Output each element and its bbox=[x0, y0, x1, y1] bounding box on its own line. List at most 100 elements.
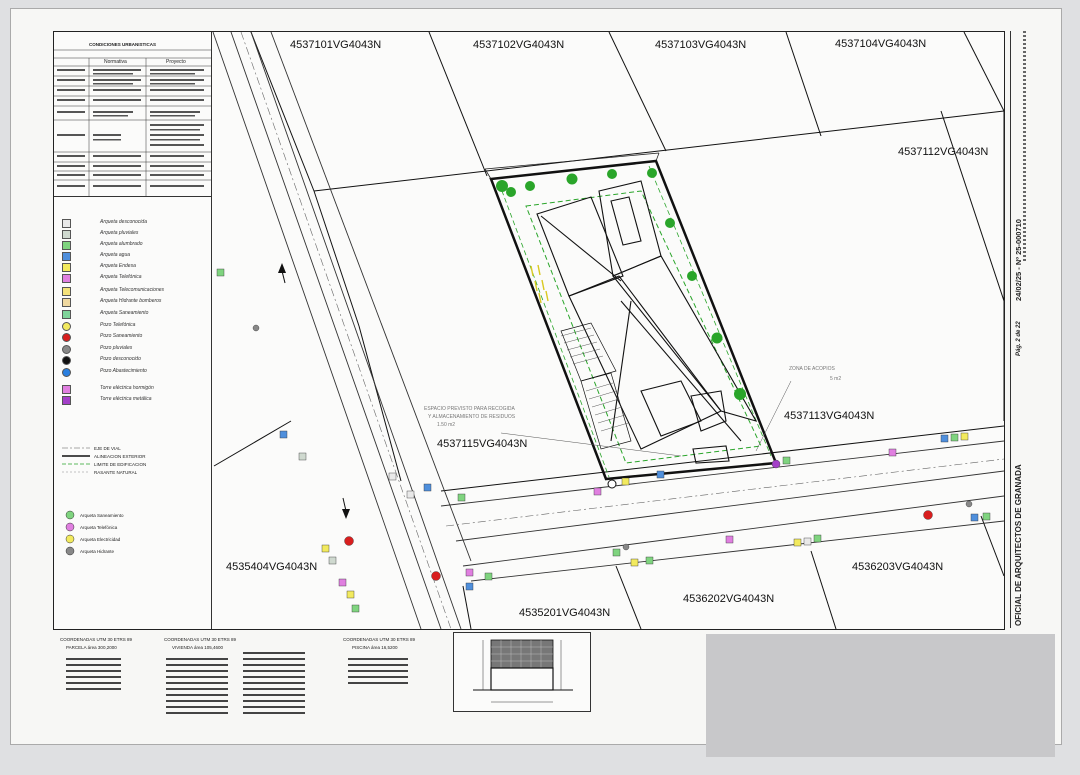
legend-symbol-icon bbox=[62, 274, 71, 283]
side-stamp: OFICIAL DE ARQUITECTOS DE GRANADA 24/02/… bbox=[1010, 31, 1032, 628]
legend-symbol-icon bbox=[62, 241, 71, 250]
circle-legend-label: Arqueta Hidrante bbox=[80, 549, 115, 554]
circle-legend-label: Arqueta Saneamiento bbox=[80, 513, 124, 518]
coords-header: COORDENADAS UTM 30 ETRS 89 bbox=[60, 637, 133, 642]
legend-symbol-icon bbox=[62, 310, 71, 319]
waste-space-label: Y ALMACENAMIENTO DE RESIDUOS bbox=[428, 414, 516, 420]
legend-row: Arqueta desconocida bbox=[62, 218, 202, 229]
legend-label: Arqueta Hidrante bomberos bbox=[100, 298, 162, 304]
coords-header: COORDENADAS UTM 30 ETRS 89 bbox=[164, 637, 237, 642]
legend-label: Arqueta Telecomunicaciones bbox=[100, 287, 165, 293]
line-legend-label: LIMITE DE EDIFICACION bbox=[94, 462, 147, 467]
legend-row: Torre eléctrica metálica bbox=[62, 395, 202, 406]
direction-arrows bbox=[278, 263, 350, 519]
coords-subtitle: PARCELA área 300,2000 bbox=[66, 645, 117, 650]
legend-label: Pozo desconocido bbox=[100, 356, 141, 362]
legend-symbol-icon bbox=[62, 298, 71, 307]
legend-label: Arqueta desconocida bbox=[100, 219, 147, 225]
legend-label: Pozo Abastecimiento bbox=[100, 368, 147, 374]
legend-row: Arqueta alumbrado bbox=[62, 240, 202, 251]
circle-legend-label: Arqueta Electricidad bbox=[80, 537, 121, 542]
legend-symbol-icon bbox=[62, 322, 71, 331]
legend-label: Arqueta agua bbox=[100, 252, 131, 258]
legend-label: Arqueta Telefónica bbox=[100, 274, 142, 280]
legend-symbol-icon bbox=[62, 396, 71, 405]
legend-row: Arqueta Saneamiento bbox=[62, 309, 202, 320]
coords-rows bbox=[66, 652, 408, 714]
college-name: OFICIAL DE ARQUITECTOS DE GRANADA bbox=[1014, 464, 1023, 626]
page-number: Pág. 2 de 22 bbox=[1016, 321, 1022, 356]
circle-legend-label: Arqueta Telefónica bbox=[80, 525, 118, 530]
legend-label: Pozo Saneamiento bbox=[100, 333, 143, 339]
legend-row: Pozo Telefónica bbox=[62, 321, 202, 332]
legend-symbol-icon bbox=[62, 230, 71, 239]
legend-symbol-icon bbox=[62, 333, 71, 342]
legend-label: Pozo Telefónica bbox=[100, 322, 136, 328]
legend-row: Arqueta agua bbox=[62, 251, 202, 262]
zone-area: 5 m2 bbox=[830, 376, 842, 382]
legend-symbol-icon bbox=[62, 356, 71, 365]
parcel-label: 4537115VG4043N bbox=[437, 438, 528, 450]
section-detail bbox=[453, 632, 591, 712]
legend-row: Arqueta pluviales bbox=[62, 229, 202, 240]
stairs bbox=[560, 327, 629, 432]
line-legend-label: ALINEACION EXTERIOR bbox=[94, 454, 146, 459]
legend-label: Torre eléctrica hormigón bbox=[100, 385, 154, 391]
legend-row: Pozo Abastecimiento bbox=[62, 367, 202, 378]
legend-row: Pozo Saneamiento bbox=[62, 332, 202, 343]
legend-row: Arqueta Endesa bbox=[62, 262, 202, 273]
legend-label: Arqueta Saneamiento bbox=[100, 310, 149, 316]
legend-symbol-icon bbox=[62, 219, 71, 228]
legend-row: Torre eléctrica hormigón bbox=[62, 384, 202, 395]
legend-label: Pozo pluviales bbox=[100, 345, 133, 351]
legend-symbol-icon bbox=[62, 385, 71, 394]
parcel-label: 4535201VG4043N bbox=[519, 607, 611, 619]
parcel-label: 4537103VG4043N bbox=[655, 39, 747, 51]
legend-label: Torre eléctrica metálica bbox=[100, 396, 152, 402]
legend-label: Arqueta pluviales bbox=[100, 230, 139, 236]
parcel-label: 4536202VG4043N bbox=[683, 593, 775, 605]
legend-row: Arqueta Telecomunicaciones bbox=[62, 286, 202, 297]
parcel-label: 4536203VG4043N bbox=[852, 561, 944, 573]
legend-symbol-icon bbox=[62, 345, 71, 354]
legend-row: Pozo desconocido bbox=[62, 355, 202, 366]
redaction-block bbox=[706, 634, 1055, 757]
coords-subtitle: VIVIENDA área 105,4600 bbox=[172, 645, 224, 650]
line-legend-label: RASANTE NATURAL bbox=[94, 470, 138, 475]
parcel-label: 4535404VG4043N bbox=[226, 561, 318, 573]
parcel-label: 4537112VG4043N bbox=[898, 146, 989, 158]
waste-space-label: ESPACIO PREVISTO PARA RECOGIDA bbox=[424, 406, 515, 412]
legend-label: Arqueta Endesa bbox=[100, 263, 136, 269]
waste-space-area: 1.50 m2 bbox=[437, 422, 456, 428]
conditions-title: CONDICIONES URBANISTICAS bbox=[89, 42, 157, 47]
col-proyecto: Proyecto bbox=[166, 59, 186, 65]
parcel-label: 4537113VG4043N bbox=[784, 410, 875, 422]
parcel-label: 4537101VG4043N bbox=[290, 39, 382, 51]
table-grid bbox=[54, 49, 211, 196]
coords-subtitle: PISCINA área 16,5200 bbox=[352, 645, 398, 650]
legend-row: Arqueta Telefónica bbox=[62, 273, 202, 284]
legend-label: Arqueta alumbrado bbox=[100, 241, 143, 247]
road-lines bbox=[212, 32, 1004, 629]
parcel-label: 4537104VG4043N bbox=[835, 38, 927, 50]
visado-number: 24/02/25 - Nº 25-000710 bbox=[1014, 219, 1023, 301]
yellow-marks bbox=[530, 264, 549, 304]
parcel-lines bbox=[213, 32, 1004, 629]
conditions-table: CONDICIONES URBANISTICAS Normativa Proye… bbox=[54, 40, 212, 197]
building bbox=[536, 180, 758, 464]
legend-symbol-icon bbox=[62, 263, 71, 272]
legend-symbol-icon bbox=[62, 368, 71, 377]
parcel-label: 4537102VG4043N bbox=[473, 39, 565, 51]
legend-symbol-icon bbox=[62, 252, 71, 261]
line-legend-label: EJE DE VIAL bbox=[94, 446, 121, 451]
circle-legend-icons bbox=[65, 510, 75, 556]
road-axis bbox=[240, 32, 1004, 629]
zone-label: ZONA DE ACOPIOS bbox=[789, 366, 835, 372]
legend-symbol-icon bbox=[62, 287, 71, 296]
trees bbox=[496, 168, 746, 489]
col-normativa: Normativa bbox=[104, 59, 127, 65]
legend-row: Arqueta Hidrante bomberos bbox=[62, 297, 202, 308]
coords-header: COORDENADAS UTM 30 ETRS 89 bbox=[343, 637, 416, 642]
legend-row: Pozo pluviales bbox=[62, 344, 202, 355]
legend-divider bbox=[211, 32, 212, 629]
